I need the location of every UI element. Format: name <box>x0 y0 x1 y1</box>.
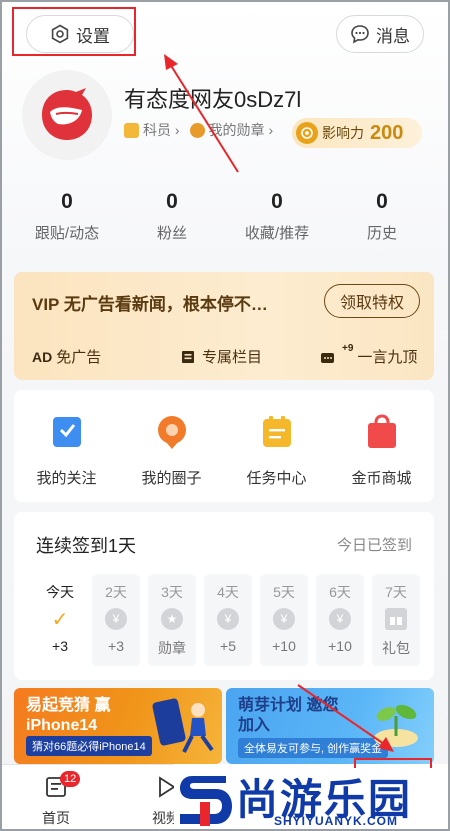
app-screen: 设置 消息 有态度网友0sDz7l 科员 › 我的勋章 › 影响力 200 0 … <box>0 0 450 831</box>
annotation-arrows <box>164 54 394 752</box>
